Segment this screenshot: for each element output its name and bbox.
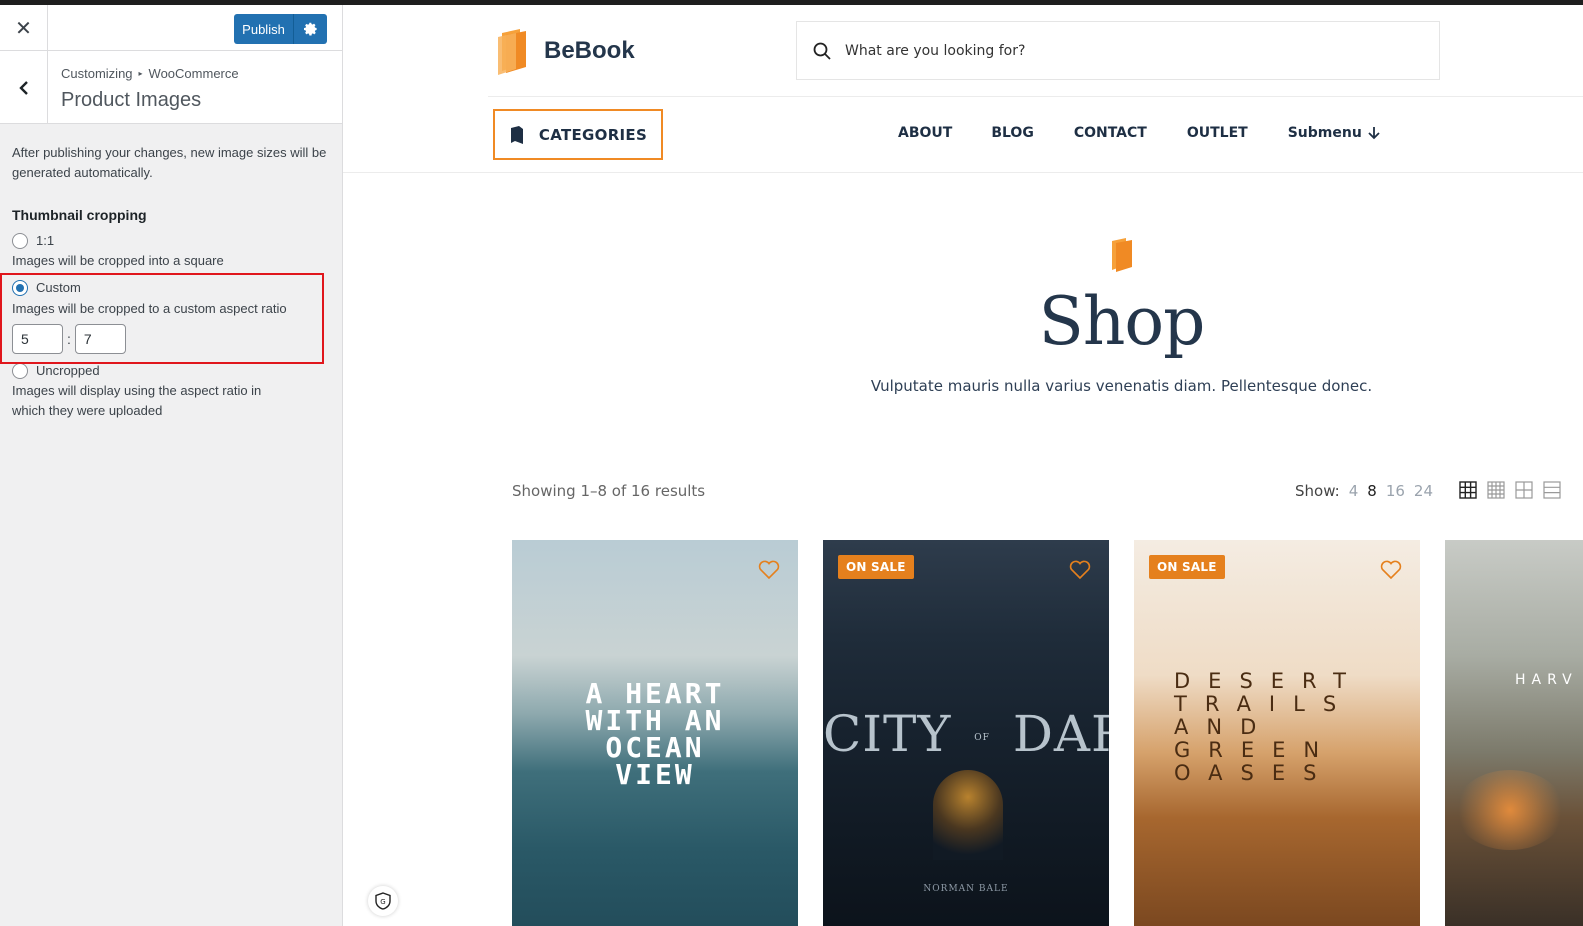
arrow-down-icon (1368, 127, 1380, 140)
nav-submenu-label: Submenu (1287, 125, 1362, 141)
customizer-panel: ✕ Publish Customizing ▸ WooCommerce Prod… (0, 5, 343, 926)
grid-4-icon[interactable] (1487, 481, 1505, 499)
wishlist-heart-icon[interactable] (1380, 560, 1402, 580)
nav-outlet[interactable]: OUTLET (1187, 125, 1248, 141)
section-header: Customizing ▸ WooCommerce Product Images (0, 51, 342, 124)
radio-button[interactable] (12, 233, 28, 249)
cover-title-word: CITY (823, 705, 952, 763)
product-card[interactable]: HARV (1445, 540, 1583, 926)
shield-icon[interactable]: G (368, 886, 398, 916)
search-icon (813, 42, 831, 60)
search-input[interactable]: What are you looking for? (845, 43, 1025, 59)
cover-title: CITY OF DARK (823, 705, 1109, 763)
results-count: Showing 1–8 of 16 results (512, 482, 706, 500)
publish-settings-gear-icon[interactable] (294, 14, 327, 44)
cover-title: HARV (1515, 672, 1578, 688)
cover-tunnel-glow (933, 770, 1003, 860)
breadcrumb-separator-icon: ▸ (138, 69, 143, 78)
breadcrumb-section: WooCommerce (148, 66, 239, 81)
show-option-8[interactable]: 8 (1367, 482, 1377, 500)
nav-about[interactable]: ABOUT (898, 125, 952, 141)
annotation-highlight-box (0, 273, 324, 364)
on-sale-badge: ON SALE (838, 555, 914, 579)
categories-label: CATEGORIES (538, 125, 648, 144)
wishlist-heart-icon[interactable] (758, 560, 780, 580)
radio-description: Images will be cropped into a square (12, 253, 224, 268)
show-option-16[interactable]: 16 (1386, 482, 1405, 500)
radio-label: Uncropped (36, 363, 100, 378)
main-nav: ABOUT BLOG CONTACT OUTLET Submenu (898, 125, 1380, 141)
nav-contact[interactable]: CONTACT (1074, 125, 1147, 141)
grid-view-switcher (1459, 481, 1561, 499)
book-logo-icon (498, 29, 526, 75)
search-bar[interactable]: What are you looking for? (796, 21, 1440, 80)
radio-description: Images will display using the aspect rat… (12, 383, 262, 418)
list-view-icon[interactable] (1543, 481, 1561, 499)
header-divider (488, 96, 1583, 97)
nav-divider (343, 172, 1583, 173)
product-card[interactable]: DESERT TRAILS AND GREEN OASES ON SALE (1134, 540, 1420, 926)
section-title: Product Images (61, 89, 202, 111)
wishlist-heart-icon[interactable] (1069, 560, 1091, 580)
cover-title: DESERT TRAILS AND GREEN OASES (1174, 669, 1364, 785)
shop-title: Shop (1038, 283, 1206, 360)
grid-3-icon[interactable] (1459, 481, 1477, 499)
customizer-content: After publishing your changes, new image… (12, 143, 332, 418)
site-preview: BeBook What are you looking for? CATEGOR… (343, 5, 1583, 926)
shop-book-icon (1112, 238, 1132, 272)
cover-title-small: OF (974, 733, 990, 743)
section-description: After publishing your changes, new image… (12, 145, 327, 180)
categories-button[interactable]: CATEGORIES (493, 109, 663, 160)
show-option-24[interactable]: 24 (1414, 482, 1433, 500)
show-label: Show: (1295, 482, 1340, 500)
radio-button[interactable] (12, 363, 28, 379)
nav-blog[interactable]: BLOG (991, 125, 1034, 141)
product-cover-image[interactable] (1445, 540, 1583, 926)
book-icon (510, 125, 523, 144)
radio-option-square[interactable]: 1:1 (12, 231, 54, 251)
site-logo[interactable]: BeBook (496, 27, 635, 75)
thumbnail-cropping-label: Thumbnail cropping (12, 207, 147, 223)
publish-button[interactable]: Publish (234, 14, 294, 44)
back-arrow-icon[interactable] (0, 51, 48, 124)
cover-title: A HEART WITH AN OCEAN VIEW (585, 677, 725, 791)
product-grid: A HEART WITH AN OCEAN VIEW CITY OF DARK … (512, 540, 1583, 926)
product-card[interactable]: A HEART WITH AN OCEAN VIEW (512, 540, 798, 926)
breadcrumb: Customizing ▸ WooCommerce (61, 66, 239, 81)
svg-text:G: G (380, 898, 385, 906)
radio-option-uncropped[interactable]: Uncropped (12, 361, 100, 381)
customizer-header: ✕ Publish (0, 5, 342, 51)
product-card[interactable]: CITY OF DARK NORMAN BALE ON SALE (823, 540, 1109, 926)
radio-label: 1:1 (36, 233, 55, 248)
shop-subtitle: Vulputate mauris nulla varius venenatis … (870, 377, 1373, 395)
logo-text: BeBook (544, 37, 635, 64)
publish-group: Publish (234, 14, 327, 44)
cover-title-word: DARK (1012, 705, 1109, 763)
per-page-selector: Show: 4 8 16 24 (1295, 482, 1433, 500)
close-icon[interactable]: ✕ (0, 5, 48, 51)
breadcrumb-root: Customizing (61, 66, 133, 81)
cover-fire-glow (1455, 770, 1565, 850)
nav-submenu[interactable]: Submenu (1288, 125, 1380, 141)
grid-2-icon[interactable] (1515, 481, 1533, 499)
cover-author: NORMAN BALE (923, 884, 1009, 894)
on-sale-badge: ON SALE (1149, 555, 1225, 579)
show-option-4[interactable]: 4 (1349, 482, 1359, 500)
